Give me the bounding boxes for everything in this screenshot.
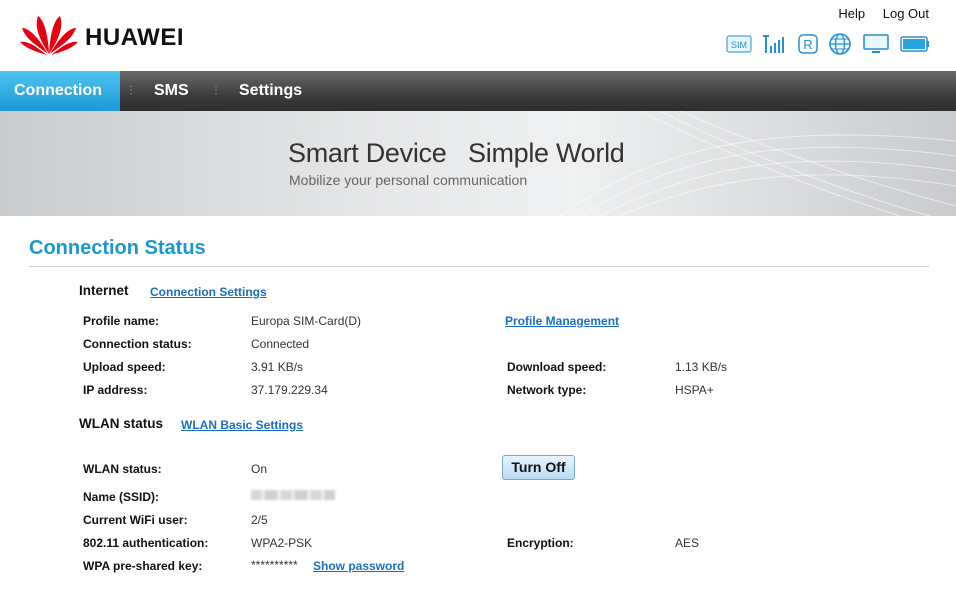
turn-off-button[interactable]: Turn Off [502, 455, 575, 480]
ssid-label: Name (SSID): [83, 490, 160, 504]
download-speed-value: 1.13 KB/s [675, 360, 728, 374]
huawei-logo: HUAWEI [20, 10, 200, 58]
status-icons: SIM R [726, 32, 930, 61]
ssid-value-redacted [251, 490, 335, 500]
svg-text:SIM: SIM [731, 40, 747, 50]
sim-icon: SIM [726, 35, 752, 58]
authentication-value: WPA2-PSK [251, 536, 313, 550]
internet-heading: Internet [79, 283, 129, 298]
globe-icon [828, 32, 852, 61]
upload-speed-value: 3.91 KB/s [251, 360, 304, 374]
profile-name-value: Europa SIM-Card(D) [251, 314, 362, 328]
banner-title: Smart Device Simple World [288, 138, 625, 168]
wifi-users-label: Current WiFi user: [83, 513, 188, 527]
header: HUAWEI Help Log Out SIM R [0, 0, 956, 71]
tab-connection[interactable]: Connection [0, 71, 120, 111]
help-link[interactable]: Help [838, 6, 865, 21]
connection-status-label: Connection status: [83, 337, 192, 351]
ip-address-label: IP address: [83, 383, 148, 397]
network-type-value: HSPA+ [675, 383, 714, 397]
connection-settings-link[interactable]: Connection Settings [150, 285, 267, 299]
network-type-label: Network type: [507, 383, 587, 397]
main-nav: Connection ⋮ SMS ⋮ Settings [0, 71, 956, 111]
banner: Smart Device Simple World Mobilize your … [0, 111, 956, 216]
brand-name: HUAWEI [85, 24, 184, 51]
profile-management-link[interactable]: Profile Management [505, 314, 619, 328]
page-title: Connection Status [29, 237, 206, 259]
roaming-icon: R [798, 33, 818, 59]
wlan-status-value: On [251, 462, 268, 476]
tab-sms[interactable]: SMS [154, 71, 189, 111]
svg-text:R: R [803, 37, 812, 52]
wifi-users-value: 2/5 [251, 513, 268, 527]
battery-icon [900, 35, 930, 58]
nav-separator: ⋮ [126, 85, 136, 96]
monitor-icon [862, 33, 890, 59]
title-divider [29, 266, 929, 267]
ip-address-value: 37.179.229.34 [251, 383, 328, 397]
top-links: Help Log Out [824, 6, 929, 21]
wlan-heading: WLAN status [79, 416, 163, 431]
psk-value: ********** [251, 558, 298, 572]
authentication-label: 802.11 authentication: [83, 536, 209, 550]
wlan-basic-settings-link[interactable]: WLAN Basic Settings [181, 418, 303, 432]
profile-name-label: Profile name: [83, 314, 160, 328]
show-password-link[interactable]: Show password [313, 559, 404, 573]
banner-subtitle: Mobilize your personal communication [289, 172, 528, 188]
nav-separator: ⋮ [211, 85, 221, 96]
logout-link[interactable]: Log Out [883, 6, 929, 21]
signal-icon [762, 34, 788, 59]
tab-settings[interactable]: Settings [239, 71, 302, 111]
encryption-value: AES [675, 536, 700, 550]
connection-status-value: Connected [251, 337, 310, 351]
wlan-status-label: WLAN status: [83, 462, 162, 476]
psk-label: WPA pre-shared key: [83, 559, 203, 573]
download-speed-label: Download speed: [507, 360, 607, 374]
upload-speed-label: Upload speed: [83, 360, 166, 374]
encryption-label: Encryption: [507, 536, 574, 550]
